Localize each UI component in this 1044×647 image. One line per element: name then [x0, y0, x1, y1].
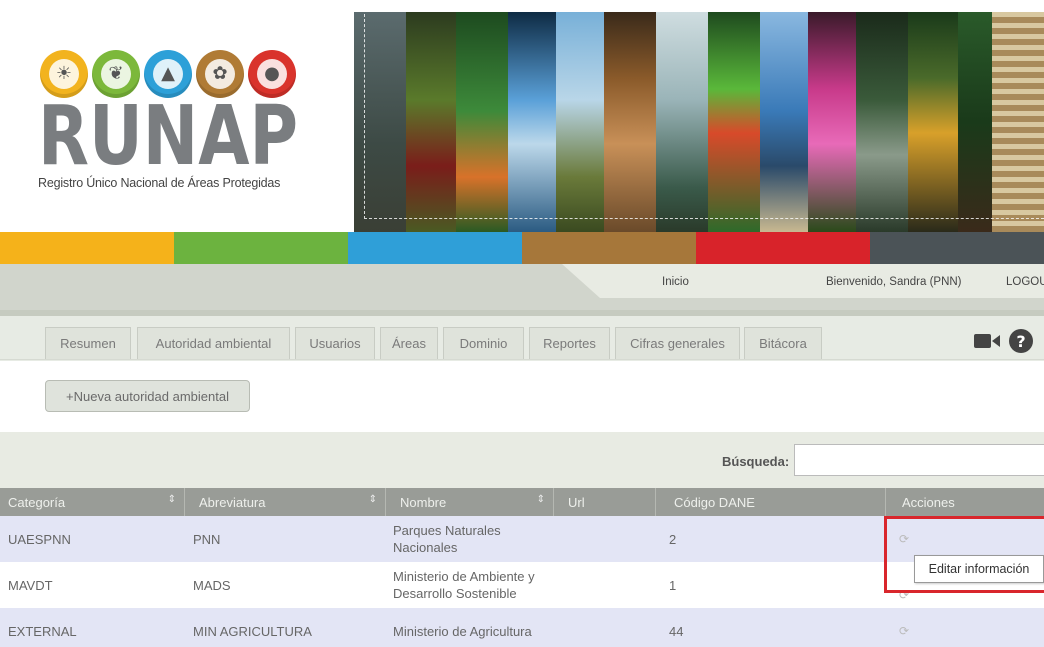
plant-icon: ✿: [196, 50, 244, 98]
tab-bar-underline: [0, 359, 1044, 360]
cell-nombre: Ministerio de Agricultura: [393, 623, 532, 639]
column-header-label: Abreviatura: [199, 494, 266, 510]
cell-codigo-dane: 44: [669, 623, 684, 639]
color-bar: [0, 232, 1044, 264]
cell-nombre: Ministerio de Ambiente y Desarrollo Sost…: [393, 569, 535, 601]
color-bar-red: [696, 232, 870, 264]
column-header-label: Categoría: [8, 494, 66, 510]
top-nav: Inicio Bienvenido, Sandra (PNN) LOGOUT: [0, 264, 1044, 316]
cell-abreviatura: PNN: [193, 531, 221, 547]
sort-icon[interactable]: ⇕: [168, 494, 176, 505]
logo-subtitle: Registro Único Nacional de Áreas Protegi…: [38, 176, 281, 190]
leaf-icon: ❦: [92, 50, 140, 98]
table-row: MAVDT MADS Ministerio de Ambiente y Desa…: [0, 562, 1044, 608]
cell-categoria: EXTERNAL: [8, 623, 77, 639]
cell-abreviatura: MIN AGRICULTURA: [193, 623, 312, 639]
column-header-acciones: Acciones: [886, 488, 1044, 516]
site-header: ☀ ❦ ▲ ✿ ● RUNAP Registro Único Nacional …: [0, 0, 1044, 232]
column-header-nombre[interactable]: Nombre ⇕: [386, 488, 554, 516]
table-row: EXTERNAL MIN AGRICULTURA Ministerio de A…: [0, 608, 1044, 647]
column-header-codigo-dane: Código DANE: [656, 488, 886, 516]
tab-areas[interactable]: Áreas: [380, 327, 438, 359]
help-icon[interactable]: ?: [1009, 329, 1033, 353]
column-header-label: Nombre: [400, 494, 447, 510]
cell-categoria: MAVDT: [8, 577, 53, 593]
top-nav-panel: [562, 264, 1044, 298]
table-header: Categoría ⇕ Abreviatura ⇕ Nombre ⇕ Url C…: [0, 488, 1044, 516]
video-icon[interactable]: [974, 332, 1000, 350]
tab-dominio[interactable]: Dominio: [443, 327, 524, 359]
bear-icon: ●: [248, 50, 296, 98]
welcome-text: Bienvenido, Sandra (PNN): [826, 276, 962, 288]
nav-inicio-link[interactable]: Inicio: [662, 276, 689, 288]
column-header-label: Código DANE: [674, 494, 755, 510]
logo-wordmark: RUNAP: [38, 96, 298, 168]
tab-cifras-generales[interactable]: Cifras generales: [615, 327, 740, 359]
sun-palm-icon: ☀: [40, 50, 88, 98]
color-bar-yellow: [0, 232, 174, 264]
tab-usuarios[interactable]: Usuarios: [295, 327, 375, 359]
new-autoridad-button[interactable]: +Nueva autoridad ambiental: [45, 380, 250, 412]
search-label: Búsqueda:: [722, 454, 790, 469]
tab-bitacora[interactable]: Bitácora: [744, 327, 822, 359]
search-input[interactable]: [794, 444, 1044, 476]
cell-codigo-dane: 2: [669, 531, 677, 547]
tab-resumen[interactable]: Resumen: [45, 327, 131, 359]
logout-link[interactable]: LOGOUT: [1006, 276, 1044, 288]
runap-logo[interactable]: ☀ ❦ ▲ ✿ ● RUNAP Registro Único Nacional …: [36, 50, 336, 200]
tab-autoridad-ambiental[interactable]: Autoridad ambiental: [137, 327, 290, 359]
edit-icon[interactable]: ⟳: [899, 516, 909, 562]
color-bar-dark: [870, 232, 1044, 264]
column-header-label: Acciones: [902, 494, 955, 510]
edit-tooltip: Editar información: [914, 555, 1044, 583]
cell-codigo-dane: 1: [669, 577, 677, 593]
cell-nombre: Parques Naturales Nacionales: [393, 523, 501, 555]
logo-circles: ☀ ❦ ▲ ✿ ●: [40, 50, 296, 98]
color-bar-blue: [348, 232, 522, 264]
tab-reportes[interactable]: Reportes: [529, 327, 610, 359]
banner-dashed-frame: [364, 14, 1044, 219]
color-bar-brown: [522, 232, 696, 264]
column-header-abreviatura[interactable]: Abreviatura ⇕: [185, 488, 386, 516]
logo-wordmark-text: RUNAP: [38, 96, 298, 168]
mountain-icon: ▲: [144, 50, 192, 98]
color-bar-green: [174, 232, 348, 264]
search-bar: Búsqueda:: [0, 432, 1044, 488]
sort-icon[interactable]: ⇕: [537, 494, 545, 505]
edit-icon[interactable]: ⟳: [899, 608, 909, 647]
table-row: UAESPNN PNN Parques Naturales Nacionales…: [0, 516, 1044, 562]
tab-bar: Resumen Autoridad ambiental Usuarios Áre…: [0, 316, 1044, 361]
sort-icon[interactable]: ⇕: [369, 494, 377, 505]
cell-categoria: UAESPNN: [8, 531, 71, 547]
column-header-url: Url: [554, 488, 656, 516]
column-header-label: Url: [568, 494, 585, 510]
column-header-categoria[interactable]: Categoría ⇕: [0, 488, 185, 516]
cell-abreviatura: MADS: [193, 577, 231, 593]
